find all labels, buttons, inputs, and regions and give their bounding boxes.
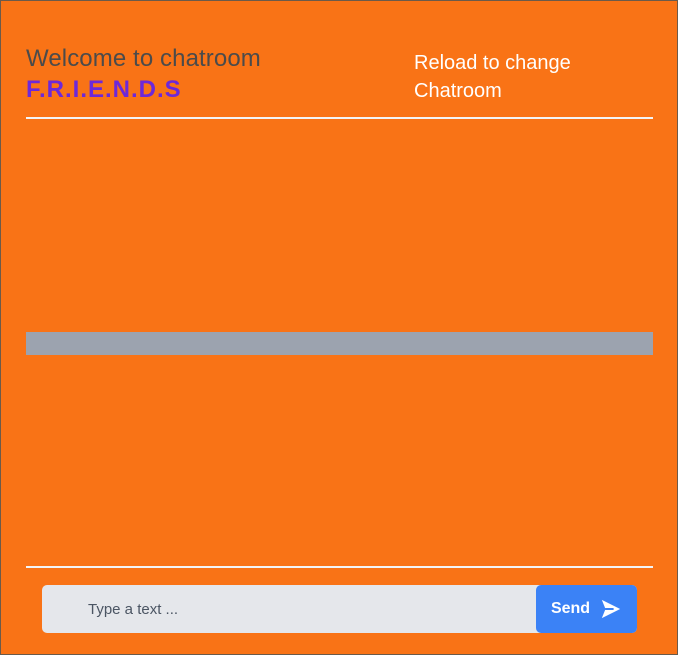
message-placeholder-bar [26,332,653,355]
composer-divider [26,566,653,568]
welcome-text: Welcome to chatroom [26,45,261,72]
reload-note-line-2: Chatroom [414,80,502,102]
reload-note: Reload to change Chatroom [414,49,634,105]
message-composer: Send [42,585,637,633]
chat-window: Welcome to chatroom F.R.I.E.N.D.S Reload… [0,0,678,655]
chat-header: Welcome to chatroom F.R.I.E.N.D.S Reload… [26,45,653,119]
send-button-label: Send [550,600,591,617]
reload-note-line-1: Reload to change [414,52,571,74]
title-block: Welcome to chatroom F.R.I.E.N.D.S [26,45,261,103]
send-button[interactable]: Send [536,585,637,633]
message-input[interactable] [88,585,528,633]
message-area[interactable] [26,119,653,566]
paper-plane-icon [601,599,621,619]
room-name: F.R.I.E.N.D.S [26,76,182,103]
